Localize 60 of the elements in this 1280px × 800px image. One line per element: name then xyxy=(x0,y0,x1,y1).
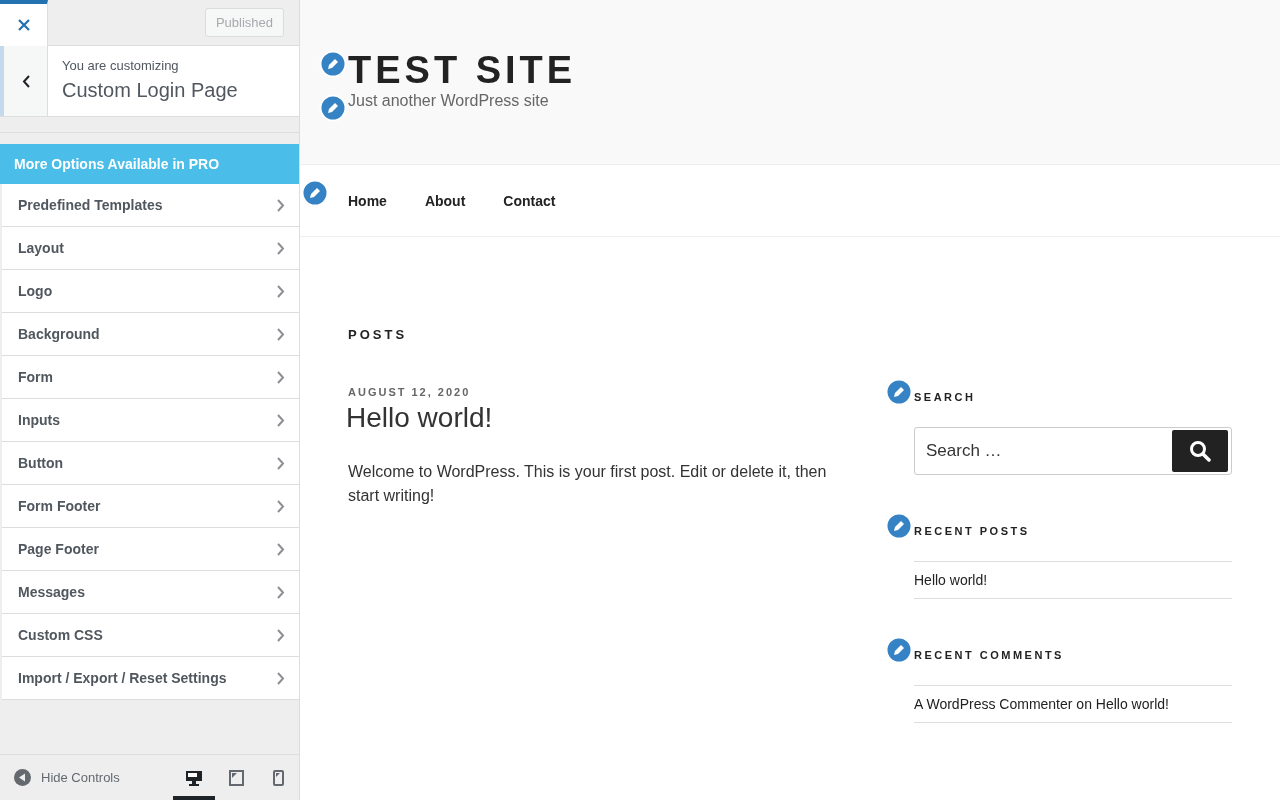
chevron-left-icon xyxy=(21,74,30,88)
search-icon xyxy=(1189,440,1211,462)
close-icon xyxy=(17,18,30,31)
tablet-icon xyxy=(228,769,244,786)
search-button[interactable] xyxy=(1172,430,1228,472)
comment-post-link[interactable]: Hello world! xyxy=(1095,696,1169,712)
close-button[interactable] xyxy=(0,0,48,46)
site-tagline: Just another WordPress site xyxy=(348,92,549,109)
posts-heading: POSTS xyxy=(348,327,409,342)
section-item[interactable]: Logo xyxy=(2,270,299,313)
edit-pencil-icon[interactable] xyxy=(885,512,913,540)
chevron-right-icon xyxy=(277,413,285,427)
desktop-icon xyxy=(185,769,203,786)
section-item[interactable]: Predefined Templates xyxy=(2,184,299,227)
section-item[interactable]: Form xyxy=(2,356,299,399)
section-item[interactable]: Page Footer xyxy=(2,528,299,571)
section-item[interactable]: Custom CSS xyxy=(2,614,299,657)
chevron-right-icon xyxy=(277,628,285,642)
section-item[interactable]: Form Footer xyxy=(2,485,299,528)
comment-author-link[interactable]: A WordPress Commenter xyxy=(914,696,1073,712)
collapse-icon xyxy=(14,769,31,786)
section-item[interactable]: Inputs xyxy=(2,399,299,442)
section-item[interactable]: Messages xyxy=(2,571,299,614)
edit-pencil-icon[interactable] xyxy=(885,378,913,406)
chevron-right-icon xyxy=(277,284,285,298)
post-title[interactable]: Hello world! xyxy=(346,402,848,434)
recent-post-link[interactable]: Hello world! xyxy=(914,572,988,588)
search-form[interactable]: Search … xyxy=(914,427,1232,475)
section-item[interactable]: Layout xyxy=(2,227,299,270)
search-field[interactable]: Search … xyxy=(918,440,1172,462)
nav-link[interactable]: Home xyxy=(348,192,387,209)
site-title[interactable]: TEST SITE xyxy=(348,49,577,91)
chevron-right-icon xyxy=(277,198,285,212)
customizing-title: Custom Login Page xyxy=(62,79,238,102)
mobile-icon xyxy=(272,769,284,786)
section-item[interactable]: Import / Export / Reset Settings xyxy=(2,657,299,700)
edit-pencil-icon[interactable] xyxy=(301,179,329,207)
edit-pencil-icon[interactable] xyxy=(319,94,347,122)
edit-pencil-icon[interactable] xyxy=(319,50,347,78)
chevron-right-icon xyxy=(277,327,285,341)
section-item[interactable]: Background xyxy=(2,313,299,356)
post-date[interactable]: AUGUST 12, 2020 xyxy=(348,386,848,398)
section-item[interactable]: Button xyxy=(2,442,299,485)
chevron-right-icon xyxy=(277,671,285,685)
chevron-right-icon xyxy=(277,370,285,384)
chevron-right-icon xyxy=(277,585,285,599)
edit-pencil-icon[interactable] xyxy=(885,636,913,664)
chevron-right-icon xyxy=(277,241,285,255)
hide-controls-button[interactable]: Hide Controls xyxy=(14,769,120,786)
customizing-label: You are customizing xyxy=(62,58,180,73)
widget-heading: RECENT POSTS xyxy=(914,525,1030,537)
widget-heading: SEARCH xyxy=(914,391,976,403)
widget-heading: RECENT COMMENTS xyxy=(914,649,1064,661)
recent-comment: A WordPress Commenter on Hello world! xyxy=(914,686,1232,723)
chevron-right-icon xyxy=(277,499,285,513)
nav-link[interactable]: About xyxy=(424,192,466,209)
post-excerpt: Welcome to WordPress. This is your first post. Edit or delete it, then start writing! xyxy=(348,462,828,506)
chevron-right-icon xyxy=(277,456,285,470)
nav-link[interactable]: Contact xyxy=(503,192,556,209)
chevron-right-icon xyxy=(277,542,285,556)
